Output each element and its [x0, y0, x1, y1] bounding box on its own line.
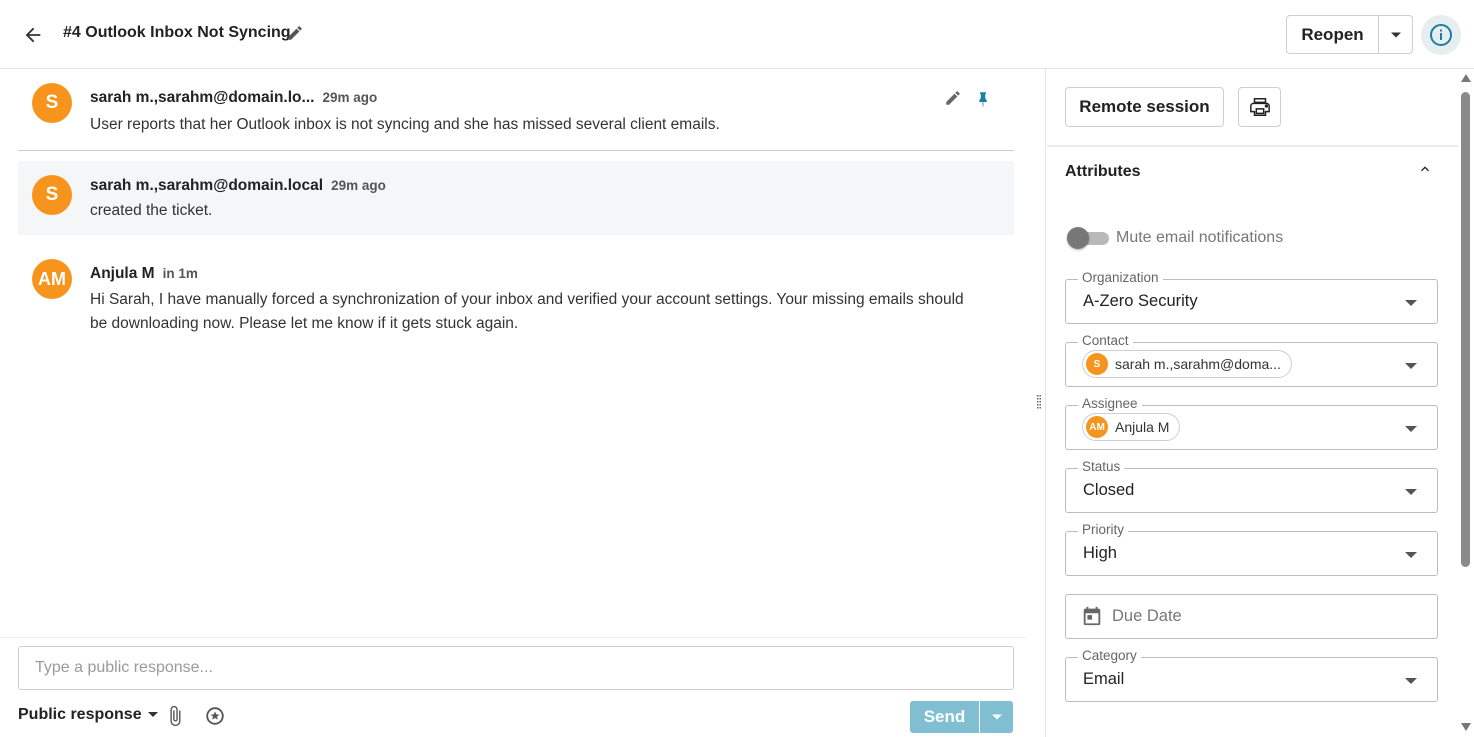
- scrollbar-thumb[interactable]: [1461, 92, 1470, 567]
- scroll-up-arrow[interactable]: [1461, 74, 1471, 82]
- field-label: Priority: [1078, 522, 1129, 538]
- avatar: S: [32, 83, 72, 123]
- composer-divider: [0, 637, 1026, 638]
- author-name: sarah m.,sarahm@domain.local: [90, 177, 324, 194]
- message-author: Anjula M in 1m: [90, 265, 198, 283]
- avatar: S: [32, 175, 72, 215]
- chevron-down-icon: [1405, 426, 1417, 432]
- mute-email-toggle[interactable]: [1067, 227, 1111, 249]
- message-author: sarah m.,sarahm@domain.lo... 29m ago: [90, 89, 377, 107]
- field-label: Status: [1078, 459, 1125, 475]
- chevron-down-icon: [1390, 32, 1401, 37]
- message-body: created the ticket.: [90, 202, 213, 219]
- resize-handle[interactable]: [1037, 395, 1041, 409]
- status-select[interactable]: Status Closed: [1065, 459, 1438, 513]
- message-author: sarah m.,sarahm@domain.local 29m ago: [90, 177, 386, 195]
- message-item: S sarah m.,sarahm@domain.lo... 29m ago Us…: [18, 81, 1014, 151]
- panel-scrollbar[interactable]: [1458, 69, 1474, 737]
- edit-title-button[interactable]: [286, 24, 306, 44]
- avatar: AM: [32, 259, 72, 299]
- field-value: Email: [1083, 670, 1125, 688]
- send-button[interactable]: Send: [910, 701, 980, 733]
- info-icon: [1430, 24, 1452, 46]
- field-label: Category: [1078, 648, 1141, 664]
- reopen-button[interactable]: Reopen: [1287, 16, 1379, 53]
- reply-input[interactable]: [18, 646, 1014, 690]
- reopen-options-button[interactable]: [1379, 16, 1412, 53]
- ticket-header: #4 Outlook Inbox Not Syncing Reopen: [0, 0, 1474, 69]
- chevron-down-icon: [991, 714, 1002, 720]
- chevron-up-icon: [1421, 166, 1429, 172]
- contact-select[interactable]: Contact S sarah m.,sarahm@doma...: [1065, 333, 1438, 387]
- mute-email-label: Mute email notifications: [1116, 229, 1284, 246]
- attach-button[interactable]: [164, 705, 186, 727]
- chevron-down-icon: [147, 712, 158, 717]
- field-label: Organization: [1078, 270, 1163, 286]
- remote-session-button[interactable]: Remote session: [1065, 87, 1224, 127]
- pencil-icon: [288, 26, 302, 40]
- ticket-details-panel: Remote session Attributes Mute email not…: [1047, 69, 1458, 737]
- paperclip-icon: [170, 705, 181, 727]
- info-button[interactable]: [1421, 15, 1461, 55]
- assignee-chip[interactable]: AM Anjula M: [1082, 413, 1181, 441]
- pin-message-button[interactable]: [974, 89, 994, 109]
- response-type-dropdown[interactable]: Public response: [18, 706, 158, 724]
- field-value: Closed: [1083, 481, 1135, 499]
- chip-label: sarah m.,sarahm@doma...: [1115, 356, 1281, 372]
- send-options-button[interactable]: [980, 701, 1013, 733]
- toggle-knob: [1067, 227, 1089, 249]
- chevron-down-icon: [1405, 363, 1417, 369]
- pin-icon: [979, 92, 987, 107]
- chip-label: Anjula M: [1115, 419, 1170, 435]
- due-date-field[interactable]: Due Date: [1065, 594, 1438, 639]
- avatar: S: [1086, 353, 1108, 375]
- field-value: A-Zero Security: [1083, 292, 1198, 310]
- macro-button[interactable]: [204, 705, 226, 727]
- chevron-down-icon: [1405, 489, 1417, 495]
- message-body: User reports that her Outlook inbox is n…: [90, 116, 720, 133]
- chevron-down-icon: [1405, 678, 1417, 684]
- edit-message-button[interactable]: [944, 89, 964, 109]
- author-name: Anjula M: [90, 265, 155, 282]
- field-label: Contact: [1078, 333, 1133, 349]
- panel-splitter: [1031, 69, 1046, 737]
- calendar-icon: [1083, 606, 1101, 626]
- collapse-attributes-button[interactable]: [1417, 161, 1437, 181]
- assignee-select[interactable]: Assignee AM Anjula M: [1065, 396, 1438, 450]
- macro-icon: [206, 707, 224, 725]
- pencil-icon: [946, 91, 960, 105]
- message-time: in 1m: [162, 266, 198, 281]
- category-select[interactable]: Category Email: [1065, 648, 1438, 702]
- ticket-title: #4 Outlook Inbox Not Syncing: [63, 24, 291, 41]
- chevron-down-icon: [1405, 300, 1417, 306]
- due-date-placeholder: Due Date: [1112, 607, 1182, 625]
- message-item: S sarah m.,sarahm@domain.local 29m ago cr…: [18, 161, 1014, 235]
- response-type-label: Public response: [18, 706, 142, 723]
- priority-select[interactable]: Priority High: [1065, 522, 1438, 576]
- drag-handle-icon: [1037, 395, 1041, 409]
- chevron-down-icon: [1405, 552, 1417, 558]
- message-time: 29m ago: [322, 90, 378, 105]
- reopen-split-button: Reopen: [1286, 15, 1413, 54]
- scroll-down-arrow[interactable]: [1461, 723, 1471, 731]
- message-body: Hi Sarah, I have manually forced a synch…: [90, 291, 964, 332]
- conversation-thread: S sarah m.,sarahm@domain.lo... 29m ago Us…: [0, 69, 1031, 637]
- contact-chip[interactable]: S sarah m.,sarahm@doma...: [1082, 350, 1292, 378]
- back-arrow-icon: [25, 27, 41, 43]
- field-value: High: [1083, 544, 1117, 562]
- attributes-heading: Attributes: [1065, 163, 1141, 180]
- avatar: AM: [1086, 416, 1108, 438]
- message-item: AM Anjula M in 1m Hi Sarah, I have manual…: [18, 249, 1014, 349]
- message-time: 29m ago: [331, 178, 386, 193]
- field-label: Assignee: [1078, 396, 1142, 412]
- panel-divider: [1047, 145, 1458, 147]
- print-button[interactable]: [1238, 87, 1281, 127]
- back-button[interactable]: [20, 22, 46, 48]
- printer-icon: [1249, 98, 1270, 116]
- organization-select[interactable]: Organization A-Zero Security: [1065, 270, 1438, 324]
- author-name: sarah m.,sarahm@domain.lo...: [90, 89, 315, 106]
- send-split-button: Send: [910, 701, 1013, 733]
